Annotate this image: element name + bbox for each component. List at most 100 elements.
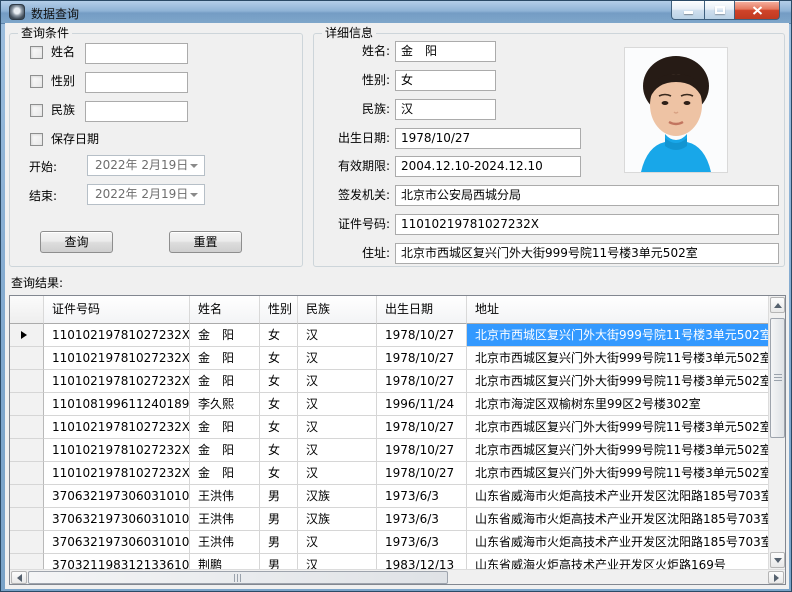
table-cell[interactable]: 金 阳: [190, 347, 260, 370]
detail-address-field[interactable]: 北京市西城区复兴门外大街999号院11号楼3单元502室: [395, 243, 779, 264]
table-cell[interactable]: 北京市西城区复兴门外大街999号院11号楼3单元502室: [467, 324, 769, 347]
table-cell[interactable]: 男: [260, 531, 298, 554]
table-cell[interactable]: 1978/10/27: [377, 416, 467, 439]
table-cell[interactable]: 金 阳: [190, 370, 260, 393]
table-cell[interactable]: 370632197306031010: [44, 485, 190, 508]
row-selector[interactable]: [10, 347, 44, 370]
column-header-1[interactable]: 证件号码: [44, 296, 190, 324]
table-cell[interactable]: 金 阳: [190, 439, 260, 462]
scroll-left-button[interactable]: [11, 571, 27, 584]
table-cell[interactable]: 11010219781027232X: [44, 347, 190, 370]
ethnicity-filter-input[interactable]: [85, 101, 188, 122]
save-date-filter-checkbox[interactable]: [30, 133, 43, 146]
table-cell[interactable]: 110108199611240189: [44, 393, 190, 416]
table-cell[interactable]: 女: [260, 370, 298, 393]
name-filter-checkbox[interactable]: [30, 46, 43, 59]
ethnicity-filter-checkbox[interactable]: [30, 104, 43, 117]
column-header-selector[interactable]: [10, 296, 44, 324]
table-cell[interactable]: 女: [260, 347, 298, 370]
table-cell[interactable]: 女: [260, 439, 298, 462]
table-cell[interactable]: 王洪伟: [190, 485, 260, 508]
table-cell[interactable]: 金 阳: [190, 324, 260, 347]
scroll-right-button[interactable]: [768, 571, 784, 584]
table-cell[interactable]: 北京市西城区复兴门外大街999号院11号楼3单元502室: [467, 462, 769, 485]
table-cell[interactable]: 山东省威海市火炬高技术产业开发区沈阳路185号703室: [467, 485, 769, 508]
vertical-scrollbar[interactable]: [768, 296, 785, 569]
detail-gender-field[interactable]: 女: [395, 70, 496, 91]
table-cell[interactable]: 1973/6/3: [377, 485, 467, 508]
table-cell[interactable]: 男: [260, 508, 298, 531]
row-selector[interactable]: [10, 508, 44, 531]
table-cell[interactable]: 1978/10/27: [377, 439, 467, 462]
close-button[interactable]: [735, 1, 780, 20]
detail-validity-field[interactable]: 2004.12.10-2024.12.10: [395, 156, 581, 177]
table-cell[interactable]: 1978/10/27: [377, 324, 467, 347]
table-cell[interactable]: 北京市西城区复兴门外大街999号院11号楼3单元502室: [467, 370, 769, 393]
table-cell[interactable]: 汉: [298, 324, 377, 347]
table-cell[interactable]: 男: [260, 485, 298, 508]
table-cell[interactable]: 11010219781027232X: [44, 439, 190, 462]
table-cell[interactable]: 山东省威海火炬高技术产业开发区火炬路169号: [467, 554, 769, 569]
table-cell[interactable]: 王洪伟: [190, 531, 260, 554]
name-filter-input[interactable]: [85, 43, 188, 64]
column-header-5[interactable]: 出生日期: [377, 296, 467, 324]
detail-id-number-field[interactable]: 11010219781027232X: [395, 214, 779, 235]
detail-ethnicity-field[interactable]: 汉: [395, 99, 496, 120]
query-button[interactable]: 查询: [40, 231, 113, 253]
row-selector[interactable]: [10, 416, 44, 439]
row-selector[interactable]: [10, 393, 44, 416]
table-cell[interactable]: 北京市海淀区双榆树东里99区2号楼302室: [467, 393, 769, 416]
horizontal-scroll-thumb[interactable]: [28, 571, 448, 584]
horizontal-scrollbar[interactable]: [10, 569, 785, 585]
table-cell[interactable]: 男: [260, 554, 298, 569]
row-selector[interactable]: [10, 370, 44, 393]
table-cell[interactable]: 汉: [298, 554, 377, 569]
end-date-picker[interactable]: 2022年 2月19日: [87, 184, 205, 205]
table-cell[interactable]: 1978/10/27: [377, 462, 467, 485]
reset-button[interactable]: 重置: [169, 231, 242, 253]
vertical-scroll-thumb[interactable]: [770, 318, 785, 438]
table-cell[interactable]: 北京市西城区复兴门外大街999号院11号楼3单元502室: [467, 416, 769, 439]
table-cell[interactable]: 汉族: [298, 508, 377, 531]
table-cell[interactable]: 汉: [298, 416, 377, 439]
table-cell[interactable]: 北京市西城区复兴门外大街999号院11号楼3单元502室: [467, 347, 769, 370]
start-date-picker[interactable]: 2022年 2月19日: [87, 155, 205, 176]
table-cell[interactable]: 1996/11/24: [377, 393, 467, 416]
table-cell[interactable]: 汉: [298, 439, 377, 462]
table-cell[interactable]: 汉: [298, 370, 377, 393]
gender-filter-input[interactable]: [85, 72, 188, 93]
scroll-up-button[interactable]: [770, 297, 785, 313]
row-selector[interactable]: [10, 485, 44, 508]
column-header-3[interactable]: 性别: [260, 296, 298, 324]
table-cell[interactable]: 370632197306031010: [44, 531, 190, 554]
table-cell[interactable]: 荆鹏: [190, 554, 260, 569]
table-cell[interactable]: 汉: [298, 462, 377, 485]
table-cell[interactable]: 汉: [298, 531, 377, 554]
table-cell[interactable]: 女: [260, 324, 298, 347]
row-selector[interactable]: [10, 324, 44, 347]
table-cell[interactable]: 王洪伟: [190, 508, 260, 531]
table-cell[interactable]: 李久熙: [190, 393, 260, 416]
gender-filter-checkbox[interactable]: [30, 75, 43, 88]
row-selector[interactable]: [10, 439, 44, 462]
table-cell[interactable]: 11010219781027232X: [44, 462, 190, 485]
table-cell[interactable]: 北京市西城区复兴门外大街999号院11号楼3单元502室: [467, 439, 769, 462]
table-cell[interactable]: 11010219781027232X: [44, 370, 190, 393]
titlebar[interactable]: 数据查询: [1, 1, 791, 24]
detail-birthdate-field[interactable]: 1978/10/27: [395, 128, 581, 149]
table-cell[interactable]: 11010219781027232X: [44, 416, 190, 439]
detail-authority-field[interactable]: 北京市公安局西城分局: [395, 185, 779, 206]
table-cell[interactable]: 汉: [298, 393, 377, 416]
table-cell[interactable]: 11010219781027232X: [44, 324, 190, 347]
table-cell[interactable]: 女: [260, 393, 298, 416]
table-cell[interactable]: 金 阳: [190, 462, 260, 485]
row-selector[interactable]: [10, 531, 44, 554]
table-cell[interactable]: 1978/10/27: [377, 347, 467, 370]
table-cell[interactable]: 370632197306031010: [44, 508, 190, 531]
table-cell[interactable]: 汉族: [298, 485, 377, 508]
table-cell[interactable]: 女: [260, 416, 298, 439]
table-cell[interactable]: 1973/6/3: [377, 508, 467, 531]
row-selector[interactable]: [10, 462, 44, 485]
table-cell[interactable]: 1978/10/27: [377, 370, 467, 393]
column-header-6[interactable]: 地址: [467, 296, 769, 324]
